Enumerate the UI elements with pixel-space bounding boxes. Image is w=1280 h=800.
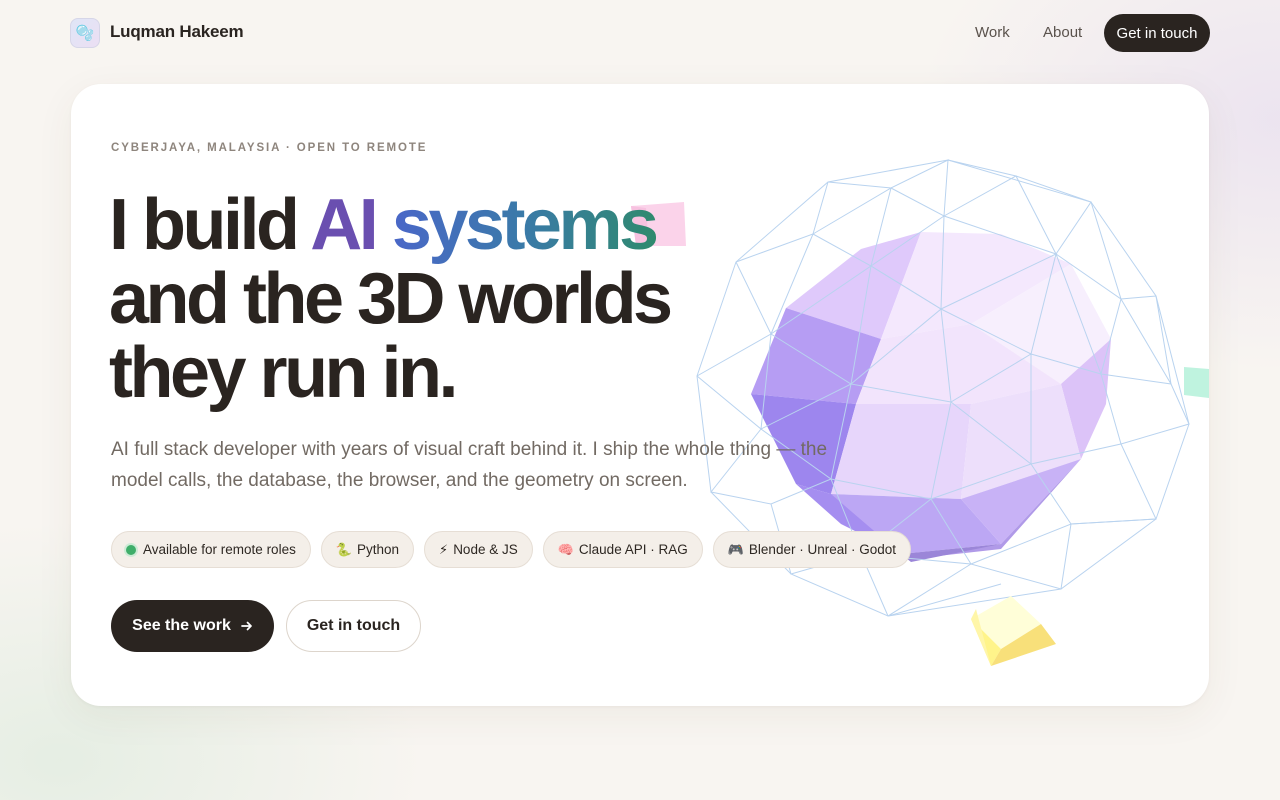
- headline-line-1: I build AI systems: [109, 188, 670, 262]
- status-dot-icon: [126, 544, 136, 555]
- purple-polyhedron: [751, 232, 1111, 562]
- teal-floating-cube: [1184, 367, 1209, 398]
- tag-label: Blender · Unreal · Godot: [748, 542, 896, 557]
- hero-description: AI full stack developer with years of vi…: [111, 439, 828, 491]
- hero-headline: I build AI systems and the 3D worlds the…: [109, 188, 673, 413]
- gamepad-icon: 🎮: [727, 541, 744, 557]
- yellow-floating-cube: [971, 596, 1056, 666]
- lightning-icon: ⚡: [439, 541, 449, 557]
- get-in-touch-button[interactable]: Get in touch: [286, 600, 421, 652]
- nav-get-in-touch-button[interactable]: Get in touch: [1104, 14, 1210, 52]
- headline-ai-word: AI: [310, 185, 379, 265]
- top-navigation: 🫧 Luqman Hakeem Work About Get in touch: [0, 0, 1280, 67]
- tag-available: Available for remote roles: [111, 531, 311, 568]
- headline-line-3: they run in.: [109, 333, 459, 413]
- skill-tags: Available for remote roles 🐍 Python ⚡ No…: [111, 531, 911, 568]
- tag-node-js: ⚡ Node & JS: [424, 531, 533, 568]
- headline-line-2: and the 3D worlds: [109, 259, 673, 339]
- headline-prefix: I build: [109, 185, 311, 265]
- nav-link-about[interactable]: About: [1043, 24, 1082, 41]
- headline-systems-word: systems: [391, 185, 659, 265]
- tag-label: Node & JS: [453, 542, 518, 557]
- brand-name[interactable]: Luqman Hakeem: [110, 22, 244, 42]
- tag-label: Claude API · RAG: [578, 542, 688, 557]
- arrow-right-icon: [240, 621, 252, 631]
- snake-icon: 🐍: [335, 541, 353, 557]
- tag-label: Python: [357, 542, 400, 557]
- nav-link-work[interactable]: Work: [975, 24, 1010, 41]
- brain-icon: 🧠: [557, 541, 574, 557]
- see-the-work-button[interactable]: See the work: [111, 600, 274, 652]
- bubbles-icon[interactable]: 🫧: [70, 18, 100, 48]
- tag-3d-tools: 🎮 Blender · Unreal · Godot: [712, 531, 911, 568]
- tag-python: 🐍 Python: [320, 531, 415, 568]
- location-eyebrow: CYBERJAYA, MALAYSIA · OPEN TO REMOTE: [111, 142, 428, 154]
- tag-claude-api: 🧠 Claude API · RAG: [542, 531, 703, 568]
- hero-card: CYBERJAYA, MALAYSIA · OPEN TO REMOTE I b…: [71, 84, 1209, 706]
- see-the-work-label: See the work: [132, 617, 231, 634]
- tag-label: Available for remote roles: [143, 542, 296, 557]
